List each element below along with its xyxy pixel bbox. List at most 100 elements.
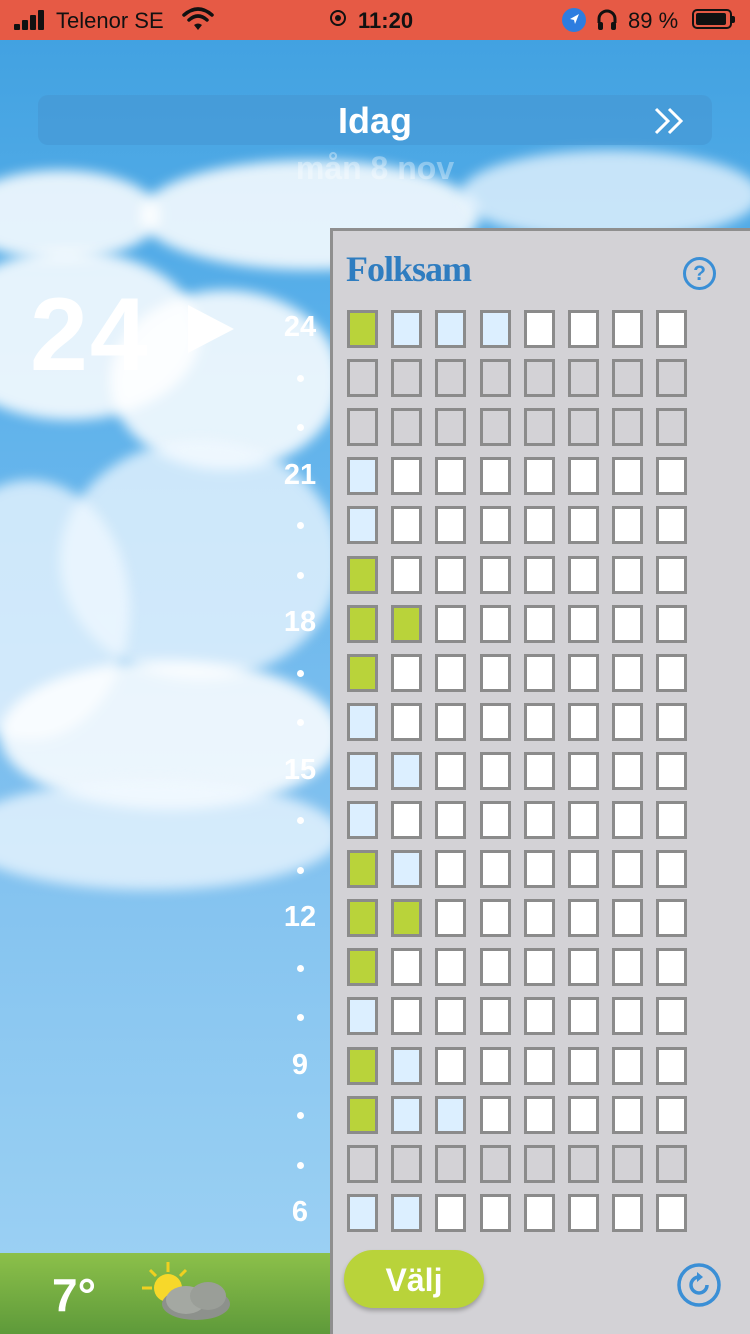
grid-cell[interactable] — [656, 997, 687, 1035]
grid-cell[interactable] — [480, 506, 511, 544]
grid-cell[interactable] — [480, 1047, 511, 1085]
refresh-icon[interactable] — [676, 1262, 722, 1308]
grid-cell[interactable] — [612, 850, 643, 888]
grid-cell[interactable] — [568, 605, 599, 643]
grid-cell[interactable] — [480, 654, 511, 692]
grid-cell[interactable] — [612, 605, 643, 643]
grid-cell[interactable] — [435, 408, 466, 446]
grid-cell[interactable] — [656, 605, 687, 643]
grid-cell[interactable] — [391, 948, 422, 986]
grid-cell[interactable] — [391, 506, 422, 544]
grid-cell[interactable] — [524, 899, 555, 937]
grid-cell[interactable] — [480, 1145, 511, 1183]
grid-cell[interactable] — [524, 605, 555, 643]
grid-cell[interactable] — [524, 359, 555, 397]
grid-cell[interactable] — [347, 948, 378, 986]
grid-cell[interactable] — [480, 1194, 511, 1232]
grid-cell[interactable] — [347, 703, 378, 741]
grid-cell[interactable] — [612, 457, 643, 495]
grid-cell[interactable] — [656, 1194, 687, 1232]
grid-cell[interactable] — [347, 1047, 378, 1085]
grid-cell[interactable] — [347, 899, 378, 937]
grid-cell[interactable] — [612, 310, 643, 348]
grid-cell[interactable] — [480, 997, 511, 1035]
grid-cell[interactable] — [568, 1145, 599, 1183]
grid-cell[interactable] — [656, 752, 687, 790]
grid-cell[interactable] — [524, 506, 555, 544]
grid-cell[interactable] — [656, 703, 687, 741]
grid-cell[interactable] — [524, 310, 555, 348]
grid-cell[interactable] — [480, 605, 511, 643]
grid-cell[interactable] — [347, 997, 378, 1035]
grid-cell[interactable] — [347, 850, 378, 888]
grid-cell[interactable] — [656, 1096, 687, 1134]
grid-cell[interactable] — [347, 1096, 378, 1134]
grid-cell[interactable] — [391, 997, 422, 1035]
grid-cell[interactable] — [656, 1145, 687, 1183]
grid-cell[interactable] — [568, 703, 599, 741]
grid-cell[interactable] — [656, 654, 687, 692]
grid-cell[interactable] — [391, 752, 422, 790]
grid-cell[interactable] — [435, 310, 466, 348]
grid-cell[interactable] — [612, 1194, 643, 1232]
grid-cell[interactable] — [391, 556, 422, 594]
grid-cell[interactable] — [480, 899, 511, 937]
grid-cell[interactable] — [347, 556, 378, 594]
grid-cell[interactable] — [656, 556, 687, 594]
grid-cell[interactable] — [480, 801, 511, 839]
grid-cell[interactable] — [435, 1194, 466, 1232]
grid-cell[interactable] — [347, 1145, 378, 1183]
play-icon[interactable] — [188, 305, 234, 353]
grid-cell[interactable] — [391, 310, 422, 348]
grid-cell[interactable] — [568, 359, 599, 397]
grid-cell[interactable] — [524, 408, 555, 446]
grid-cell[interactable] — [480, 703, 511, 741]
grid-cell[interactable] — [568, 408, 599, 446]
grid-cell[interactable] — [612, 1047, 643, 1085]
grid-cell[interactable] — [435, 801, 466, 839]
grid-cell[interactable] — [391, 359, 422, 397]
grid-cell[interactable] — [612, 899, 643, 937]
grid-cell[interactable] — [347, 801, 378, 839]
grid-cell[interactable] — [612, 752, 643, 790]
grid-cell[interactable] — [612, 556, 643, 594]
grid-cell[interactable] — [435, 506, 466, 544]
grid-cell[interactable] — [391, 408, 422, 446]
grid-cell[interactable] — [480, 408, 511, 446]
grid-cell[interactable] — [347, 310, 378, 348]
grid-cell[interactable] — [656, 899, 687, 937]
grid-cell[interactable] — [524, 1096, 555, 1134]
grid-cell[interactable] — [568, 801, 599, 839]
grid-cell[interactable] — [480, 457, 511, 495]
grid-cell[interactable] — [568, 752, 599, 790]
grid-cell[interactable] — [568, 1194, 599, 1232]
grid-cell[interactable] — [435, 850, 466, 888]
grid-cell[interactable] — [435, 359, 466, 397]
grid-cell[interactable] — [612, 408, 643, 446]
grid-cell[interactable] — [612, 654, 643, 692]
grid-cell[interactable] — [612, 1145, 643, 1183]
grid-cell[interactable] — [612, 359, 643, 397]
grid-cell[interactable] — [524, 556, 555, 594]
grid-cell[interactable] — [435, 1047, 466, 1085]
grid-cell[interactable] — [435, 605, 466, 643]
grid-cell[interactable] — [391, 801, 422, 839]
grid-cell[interactable] — [568, 556, 599, 594]
grid-cell[interactable] — [391, 605, 422, 643]
choose-button[interactable]: Välj — [344, 1250, 484, 1308]
grid-cell[interactable] — [524, 850, 555, 888]
next-day-icon[interactable] — [652, 106, 688, 136]
grid-cell[interactable] — [568, 457, 599, 495]
grid-cell[interactable] — [347, 752, 378, 790]
grid-cell[interactable] — [524, 1194, 555, 1232]
grid-cell[interactable] — [480, 310, 511, 348]
grid-cell[interactable] — [391, 1047, 422, 1085]
grid-cell[interactable] — [656, 359, 687, 397]
grid-cell[interactable] — [612, 997, 643, 1035]
grid-cell[interactable] — [656, 310, 687, 348]
grid-cell[interactable] — [568, 506, 599, 544]
grid-cell[interactable] — [568, 654, 599, 692]
grid-cell[interactable] — [612, 506, 643, 544]
grid-cell[interactable] — [612, 703, 643, 741]
grid-cell[interactable] — [524, 752, 555, 790]
